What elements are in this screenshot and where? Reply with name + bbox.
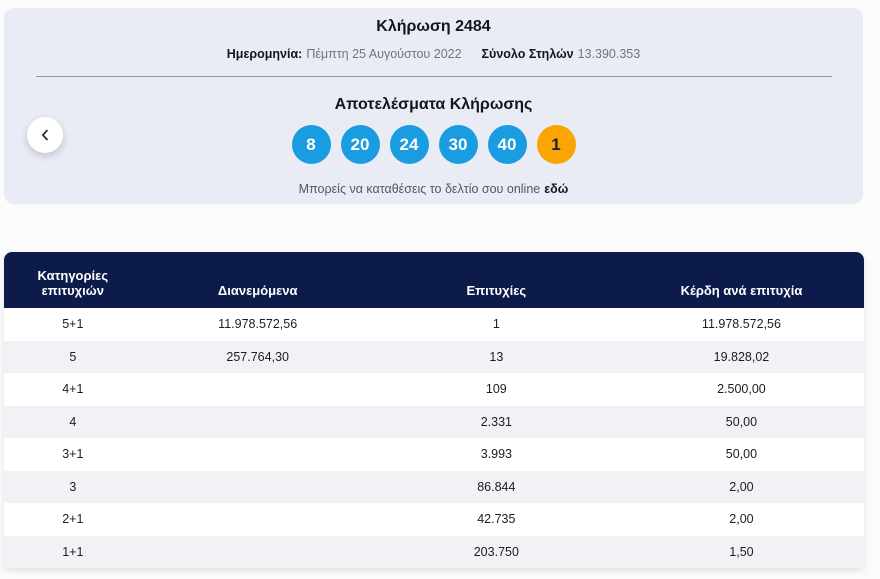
cell-prize: 19.828,02	[618, 340, 864, 373]
total-columns-value: 13.390.353	[577, 47, 641, 61]
table-row: 2+1 42.735 2,00	[4, 503, 864, 536]
draw-card: Κλήρωση 2484 Ημερομηνία: Πέμπτη 25 Αυγούσ…	[4, 8, 863, 204]
table-row: 3+1 3.993 50,00	[4, 438, 864, 471]
cell-prize: 11.978.572,56	[618, 308, 864, 341]
cell-winners: 42.735	[373, 503, 619, 536]
number-ball: 24	[389, 125, 429, 164]
payout-table: Κατηγορίες επιτυχιών Διανεμόμενα Επιτυχί…	[4, 252, 864, 568]
chevron-left-icon	[40, 129, 51, 141]
number-ball: 40	[487, 125, 527, 164]
column-header-categories: Κατηγορίες επιτυχιών	[4, 252, 142, 308]
table-row: 4 2.331 50,00	[4, 405, 864, 438]
number-ball: 8	[291, 125, 331, 164]
number-ball: 20	[340, 125, 380, 164]
cell-distributed	[141, 470, 374, 503]
cell-distributed	[141, 373, 374, 406]
column-header-prize: Κέρδη ανά επιτυχία	[618, 252, 864, 308]
cell-category: 5	[4, 340, 142, 373]
cell-prize: 50,00	[618, 405, 864, 438]
cell-category: 3+1	[4, 438, 142, 471]
cell-winners: 13	[373, 340, 619, 373]
table-row: 4+1 109 2.500,00	[4, 373, 864, 406]
cell-winners: 2.331	[373, 405, 619, 438]
cell-prize: 2,00	[618, 470, 864, 503]
cell-distributed: 257.764,30	[141, 340, 374, 373]
cell-distributed	[141, 535, 374, 568]
number-ball: 30	[438, 125, 478, 164]
column-header-winners: Επιτυχίες	[373, 252, 619, 308]
cell-category: 5+1	[4, 308, 142, 341]
total-columns: Σύνολο Στηλών 13.390.353	[482, 47, 641, 61]
previous-draw-button[interactable]	[27, 117, 63, 153]
cell-winners: 86.844	[373, 470, 619, 503]
online-bet-text: Μπορείς να καταθέσεις το δελτίο σου onli…	[4, 182, 863, 196]
draw-meta: Ημερομηνία: Πέμπτη 25 Αυγούστου 2022 Σύνο…	[4, 47, 863, 61]
cell-winners: 109	[373, 373, 619, 406]
payout-table-header: Κατηγορίες επιτυχιών Διανεμόμενα Επιτυχί…	[4, 252, 864, 308]
draw-date: Ημερομηνία: Πέμπτη 25 Αυγούστου 2022	[227, 47, 462, 61]
cell-prize: 2,00	[618, 503, 864, 536]
total-columns-label: Σύνολο Στηλών	[481, 47, 574, 61]
cell-category: 4+1	[4, 373, 142, 406]
cell-prize: 50,00	[618, 438, 864, 471]
cell-prize: 1,50	[618, 535, 864, 568]
results-title: Αποτελέσματα Κλήρωσης	[334, 96, 533, 113]
draw-date-label: Ημερομηνία:	[226, 47, 303, 61]
table-row: 5 257.764,30 13 19.828,02	[4, 340, 864, 373]
cell-distributed	[141, 438, 374, 471]
column-header-distributed: Διανεμόμενα	[141, 252, 374, 308]
cell-winners: 3.993	[373, 438, 619, 471]
cell-category: 3	[4, 470, 142, 503]
card-divider	[36, 76, 832, 77]
table-row: 1+1 203.750 1,50	[4, 535, 864, 568]
tzoker-ball: 1	[536, 125, 576, 164]
cell-category: 2+1	[4, 503, 142, 536]
table-row: 3 86.844 2,00	[4, 470, 864, 503]
winning-numbers: 8 20 24 30 40 1	[4, 125, 863, 164]
draw-date-value: Πέμπτη 25 Αυγούστου 2022	[306, 47, 462, 61]
cell-prize: 2.500,00	[618, 373, 864, 406]
cell-distributed: 11.978.572,56	[141, 308, 374, 341]
table-row: 5+1 11.978.572,56 1 11.978.572,56	[4, 308, 864, 341]
cell-winners: 1	[373, 308, 619, 341]
online-bet-text-label: Μπορείς να καταθέσεις το δελτίο σου onli…	[298, 182, 541, 196]
cell-distributed	[141, 405, 374, 438]
cell-distributed	[141, 503, 374, 536]
cell-winners: 203.750	[373, 535, 619, 568]
cell-category: 1+1	[4, 535, 142, 568]
draw-title: Κλήρωση 2484	[376, 18, 491, 35]
cell-category: 4	[4, 405, 142, 438]
online-bet-link[interactable]: εδώ	[544, 182, 568, 196]
